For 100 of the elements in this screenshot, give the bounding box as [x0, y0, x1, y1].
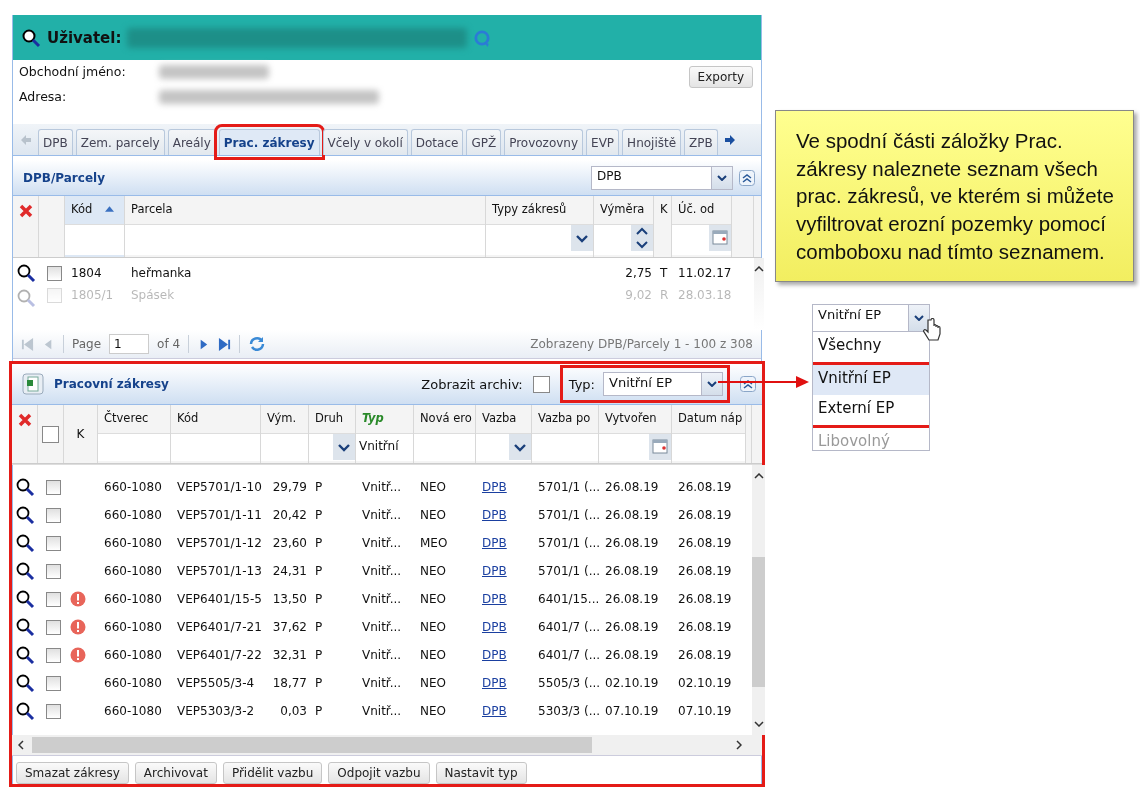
archive-checkbox[interactable]: [532, 375, 550, 393]
column-header[interactable]: Vazba po: [532, 411, 598, 433]
checkbox[interactable]: [46, 535, 61, 551]
link[interactable]: DPB: [476, 480, 532, 494]
column-header[interactable]: Výměra: [594, 202, 653, 224]
filter-field[interactable]: [672, 224, 731, 255]
tab[interactable]: Včely v okolí: [322, 129, 408, 156]
horizontal-scrollbar[interactable]: [12, 735, 762, 755]
tab[interactable]: DPB: [38, 129, 73, 156]
chevron-down-icon[interactable]: [333, 434, 355, 460]
filter-field[interactable]: [309, 433, 355, 461]
page-input[interactable]: 1: [109, 334, 150, 354]
column-header[interactable]: Čtverec: [98, 411, 170, 433]
checkbox[interactable]: [46, 703, 61, 719]
column-header[interactable]: Nová ero: [414, 411, 475, 433]
search-icon[interactable]: [15, 589, 35, 609]
checkbox[interactable]: [46, 479, 61, 495]
filter-field[interactable]: [672, 433, 745, 461]
link[interactable]: DPB: [476, 620, 532, 634]
column-header[interactable]: Kód: [171, 411, 260, 433]
tab[interactable]: Provozovny: [504, 129, 584, 156]
filter-field[interactable]: [594, 224, 653, 255]
tab[interactable]: Areály: [167, 129, 216, 156]
filter-field[interactable]: [65, 224, 124, 255]
dropdown-option[interactable]: Vnitřní EP: [813, 362, 929, 396]
scrollbar[interactable]: [752, 465, 765, 735]
link[interactable]: DPB: [476, 648, 532, 662]
select-all-checkbox[interactable]: [42, 425, 59, 443]
search-icon[interactable]: [15, 533, 35, 553]
spinner-icon[interactable]: [631, 225, 653, 251]
search-icon[interactable]: [15, 477, 35, 497]
spreadsheet-icon[interactable]: [22, 373, 44, 395]
search-icon[interactable]: [15, 673, 35, 693]
checkbox[interactable]: [46, 591, 61, 607]
collapse-icon[interactable]: [739, 169, 755, 186]
checkbox[interactable]: [46, 647, 61, 663]
filter-field[interactable]: [476, 433, 531, 461]
refresh-icon[interactable]: [248, 335, 267, 353]
tab[interactable]: Zem. parcely: [75, 129, 165, 156]
link[interactable]: DPB: [476, 704, 532, 718]
tab[interactable]: Hnojiště: [622, 129, 682, 156]
search-icon[interactable]: [15, 617, 35, 637]
tab[interactable]: GPŽ: [466, 129, 502, 156]
column-header[interactable]: Vazba: [476, 411, 531, 433]
filter-field[interactable]: [486, 224, 593, 255]
chevron-up-icon[interactable]: [754, 266, 764, 272]
scrollbar[interactable]: [754, 258, 764, 330]
column-header[interactable]: Vým.: [261, 411, 308, 433]
checkbox[interactable]: [47, 265, 62, 281]
action-button[interactable]: Smazat zákresy: [16, 762, 129, 784]
action-button[interactable]: Nastavit typ: [435, 762, 527, 784]
tab[interactable]: Dotace: [410, 129, 464, 156]
link[interactable]: DPB: [476, 592, 532, 606]
filter-field[interactable]: [125, 224, 485, 255]
link[interactable]: DPB: [476, 508, 532, 522]
type-dropdown[interactable]: Vnitřní EP: [603, 372, 723, 396]
search-icon[interactable]: [16, 263, 36, 283]
checkbox[interactable]: [46, 675, 61, 691]
filter-field[interactable]: [98, 433, 170, 461]
action-button[interactable]: Odpojit vazbu: [328, 762, 430, 784]
column-header[interactable]: K: [76, 427, 85, 441]
filter-field[interactable]: [171, 433, 260, 461]
column-header[interactable]: Druh: [309, 411, 355, 433]
action-button[interactable]: Přidělit vazbu: [222, 762, 323, 784]
column-header[interactable]: Vytvořen: [599, 411, 671, 433]
search-icon[interactable]: [21, 27, 41, 48]
chevron-down-icon[interactable]: [509, 434, 531, 460]
filter-field[interactable]: [532, 433, 598, 461]
column-header[interactable]: Typy zákresů: [486, 202, 593, 224]
delete-icon[interactable]: [17, 413, 32, 427]
link[interactable]: DPB: [476, 536, 532, 550]
filter-field[interactable]: [599, 433, 671, 461]
search-icon[interactable]: [15, 561, 35, 581]
checkbox[interactable]: [46, 619, 61, 635]
search-icon[interactable]: [15, 701, 35, 721]
checkbox[interactable]: [46, 563, 61, 579]
filter-field[interactable]: [414, 433, 475, 461]
column-header[interactable]: Parcela: [125, 202, 485, 224]
search-icon[interactable]: [15, 505, 35, 525]
action-button[interactable]: Archivovat: [134, 762, 217, 784]
filter-field[interactable]: Vnitřní: [356, 433, 413, 461]
chevron-left-icon[interactable]: [18, 740, 24, 750]
chevron-down-icon[interactable]: [753, 721, 764, 727]
search-icon[interactable]: [15, 645, 35, 665]
chevron-up-icon[interactable]: [753, 473, 764, 479]
filter-dropdown[interactable]: DPB: [591, 165, 733, 190]
type-dropdown[interactable]: Vnitřní EP: [812, 304, 930, 333]
column-header[interactable]: K: [654, 202, 671, 224]
chevron-down-icon[interactable]: [571, 225, 593, 251]
calendar-icon[interactable]: [709, 225, 731, 251]
chevron-right-icon[interactable]: [736, 740, 742, 750]
arrow-right-icon[interactable]: [723, 133, 736, 146]
calendar-icon[interactable]: [649, 434, 671, 460]
filter-field[interactable]: [261, 433, 308, 461]
delete-icon[interactable]: [18, 204, 33, 218]
tab[interactable]: ZPB: [684, 129, 718, 156]
tab[interactable]: EVP: [586, 129, 620, 156]
checkbox[interactable]: [46, 507, 61, 523]
dropdown-option[interactable]: Všechny: [813, 332, 929, 363]
last-page-icon[interactable]: [218, 337, 232, 351]
